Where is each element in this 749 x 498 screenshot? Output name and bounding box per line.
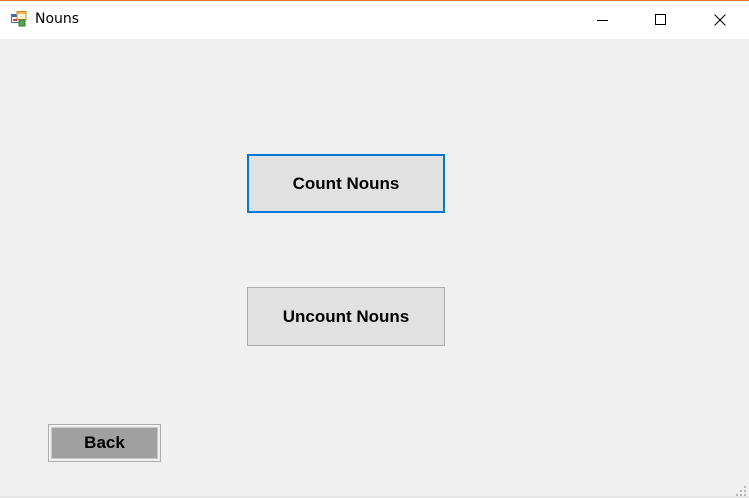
- uncount-nouns-label: Uncount Nouns: [282, 306, 410, 326]
- app-form-icon[interactable]: [11, 11, 27, 27]
- close-button[interactable]: [691, 1, 749, 39]
- app-window: Nouns Count Nouns Uncount Nouns Back: [0, 0, 749, 498]
- back-label: Back: [84, 433, 125, 452]
- form-client-area: Count Nouns Uncount Nouns Back: [0, 39, 749, 498]
- resize-grip-icon[interactable]: [735, 484, 747, 496]
- window-title: Nouns: [35, 11, 80, 27]
- close-icon: [714, 14, 726, 26]
- back-button[interactable]: Back: [48, 424, 161, 462]
- title-bar[interactable]: Nouns: [0, 1, 749, 39]
- maximize-button[interactable]: [632, 1, 690, 39]
- back-button-face: Back: [51, 427, 158, 459]
- minimize-icon: [597, 20, 608, 21]
- minimize-button[interactable]: [574, 1, 632, 39]
- count-nouns-label: Count Nouns: [292, 173, 400, 193]
- uncount-nouns-button[interactable]: Uncount Nouns: [247, 287, 445, 346]
- maximize-icon: [655, 14, 666, 25]
- count-nouns-button[interactable]: Count Nouns: [247, 154, 445, 213]
